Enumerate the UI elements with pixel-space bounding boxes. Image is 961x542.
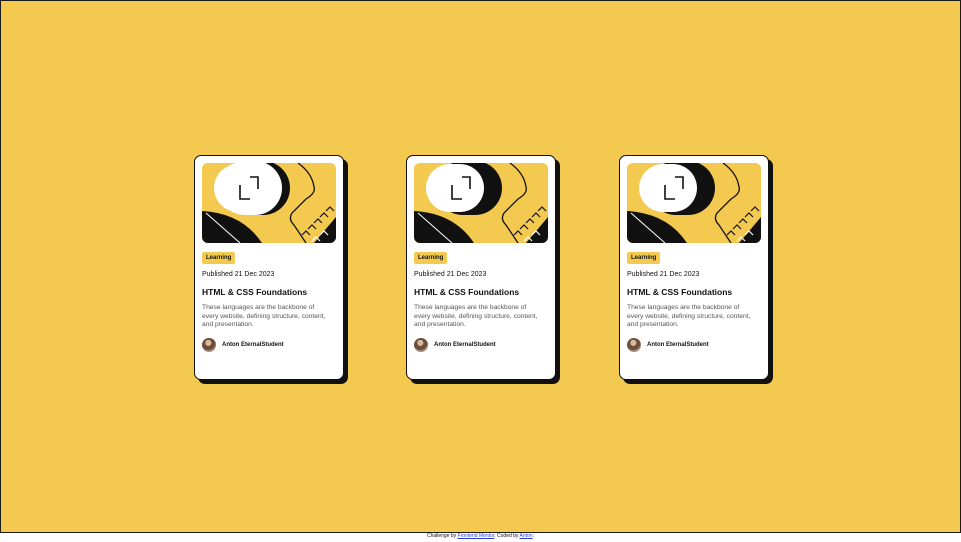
author: Anton EternalStudent <box>414 337 548 352</box>
footer-prefix: Challenge by <box>426 533 457 539</box>
published-date: Published 21 Dec 2023 <box>627 271 700 278</box>
category-tag: Learning <box>202 252 236 264</box>
card-illustration <box>627 163 761 243</box>
card-title[interactable]: HTML & CSS Foundations <box>627 287 761 297</box>
author: Anton EternalStudent <box>627 337 761 352</box>
attribution-footer: Challenge by Frontend Mentor. Coded by A… <box>0 533 961 542</box>
blog-card[interactable]: Learning Published 21 Dec 2023 HTML & CS… <box>619 155 769 380</box>
author-name: Anton EternalStudent <box>434 341 496 348</box>
published-date: Published 21 Dec 2023 <box>414 271 487 278</box>
frontend-mentor-link[interactable]: Frontend Mentor <box>458 533 495 539</box>
author-name: Anton EternalStudent <box>647 341 709 348</box>
card-illustration <box>202 163 336 243</box>
card-description: These languages are the backbone of ever… <box>202 304 326 328</box>
blog-card[interactable]: Learning Published 21 Dec 2023 HTML & CS… <box>194 155 344 380</box>
avatar <box>202 337 216 352</box>
card-description: These languages are the backbone of ever… <box>627 304 751 328</box>
avatar <box>414 337 428 352</box>
footer-middle: . Coded by <box>494 533 519 539</box>
category-tag: Learning <box>414 252 448 264</box>
published-date: Published 21 Dec 2023 <box>202 271 275 278</box>
footer-suffix: . <box>532 533 535 539</box>
author-link[interactable]: Anton <box>520 533 533 539</box>
card-title[interactable]: HTML & CSS Foundations <box>414 287 548 297</box>
card-illustration <box>414 163 548 243</box>
author-name: Anton EternalStudent <box>222 341 284 348</box>
page-background: Learning Published 21 Dec 2023 HTML & CS… <box>0 0 961 533</box>
card-title[interactable]: HTML & CSS Foundations <box>202 287 336 297</box>
author: Anton EternalStudent <box>202 337 336 352</box>
avatar <box>627 337 641 352</box>
category-tag: Learning <box>627 252 661 264</box>
blog-card[interactable]: Learning Published 21 Dec 2023 HTML & CS… <box>406 155 556 380</box>
card-description: These languages are the backbone of ever… <box>414 304 538 328</box>
